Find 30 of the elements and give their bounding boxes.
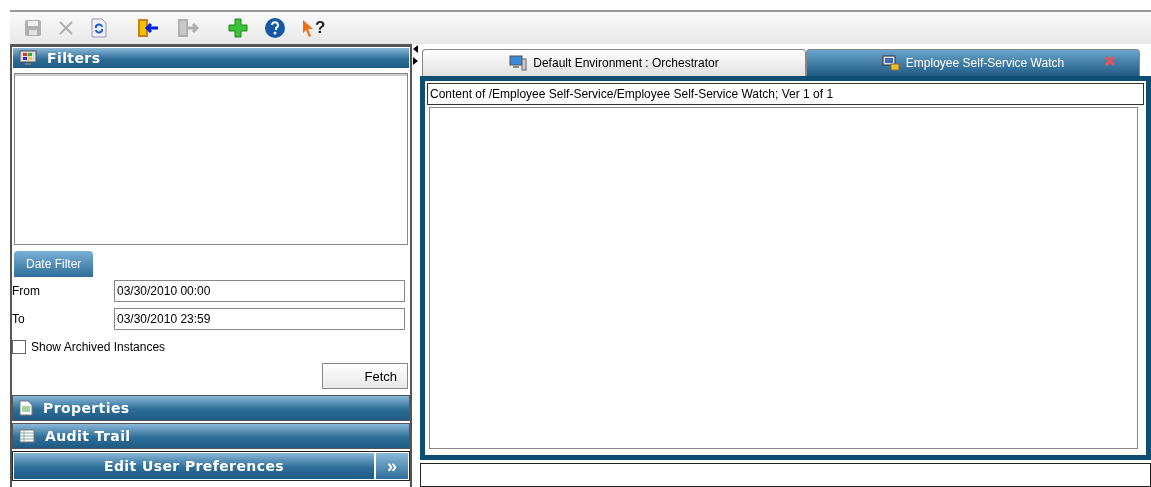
expand-button[interactable]: » [375, 452, 409, 480]
section-header[interactable]: Properties [12, 395, 410, 421]
locked-computer-icon [881, 55, 900, 71]
content-path: Content of /Employee Self-Service/Employee Self-Service Watch; Ver 1 of 1 [427, 83, 1144, 105]
help-icon [264, 17, 286, 39]
document-icon [19, 400, 33, 416]
close-icon [58, 20, 74, 36]
door-arrow-icon [136, 17, 160, 39]
cursor-icon [302, 19, 314, 37]
tab[interactable]: Default Environment : Orchestrator [422, 49, 806, 76]
field-label: To [12, 312, 26, 326]
field-label: From [12, 284, 41, 298]
tab[interactable]: Employee Self-Service Watch [806, 49, 1140, 76]
splitter-arrows-icon[interactable] [412, 44, 419, 66]
edit-preferences-button[interactable]: Edit User Preferences [13, 452, 375, 480]
filter-list[interactable] [14, 73, 408, 245]
filters-header[interactable]: Filters [12, 47, 410, 69]
computer-icon [509, 55, 528, 71]
date-field[interactable]: 03/30/2010 00:00 [114, 280, 405, 302]
refresh-icon [90, 18, 108, 38]
fetch-button[interactable]: Fetch [322, 363, 408, 389]
section-header[interactable]: Audit Trail [12, 423, 410, 449]
monitor-icon [19, 50, 37, 66]
context-help-button[interactable]: ? [298, 15, 330, 41]
date-field[interactable]: 03/30/2010 23:59 [114, 308, 405, 330]
door-arrow-icon [176, 17, 200, 39]
table-icon [19, 429, 35, 443]
archived-checkbox[interactable]: Show Archived Instances [12, 333, 410, 361]
date-filter-tab[interactable]: Date Filter [14, 251, 94, 277]
plus-icon [228, 18, 248, 38]
